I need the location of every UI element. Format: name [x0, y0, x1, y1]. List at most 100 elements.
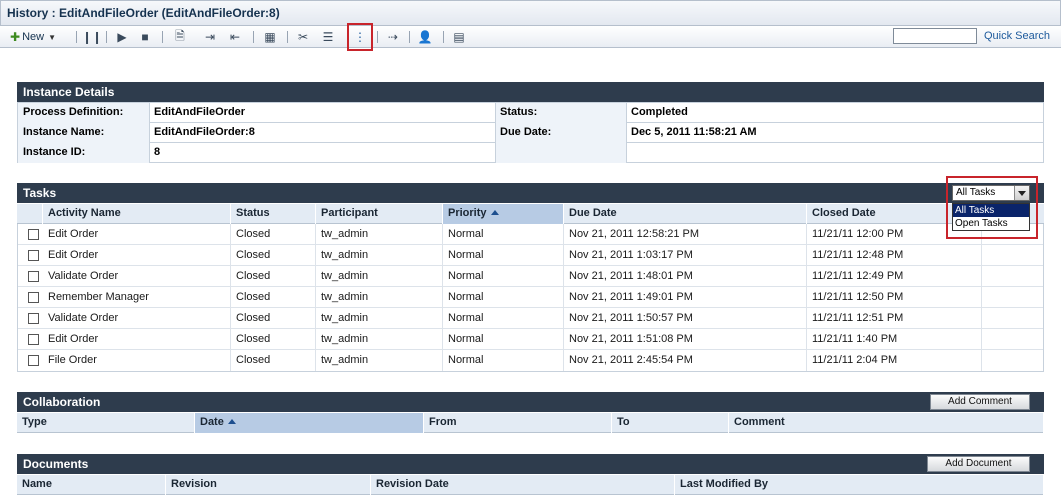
- checkbox-column-header: [17, 204, 43, 224]
- table-row[interactable]: Validate Order Closed tw_admin Normal No…: [18, 308, 1043, 329]
- table-row[interactable]: Remember Manager Closed tw_admin Normal …: [18, 287, 1043, 308]
- toolbar-separator: [377, 31, 378, 43]
- cell-participant: tw_admin: [316, 350, 443, 371]
- cell-due-date: Nov 21, 2011 1:49:01 PM: [564, 287, 807, 308]
- cell-due-date: Nov 21, 2011 2:45:54 PM: [564, 350, 807, 371]
- column-header-to[interactable]: To: [612, 413, 729, 433]
- column-header-participant[interactable]: Participant: [316, 204, 443, 224]
- cell-closed-date: 11/21/11 12:49 PM: [807, 266, 982, 287]
- table-row[interactable]: Edit Order Closed tw_admin Normal Nov 21…: [18, 329, 1043, 350]
- import-icon[interactable]: ⇥: [202, 29, 218, 45]
- details-row: Instance Name: EditAndFileOrder:8 Due Da…: [18, 123, 1043, 143]
- list-icon[interactable]: ☰: [320, 29, 336, 45]
- cell-status: Closed: [231, 266, 316, 287]
- instance-details-header: Instance Details: [17, 82, 1044, 102]
- user-icon[interactable]: 👤: [417, 29, 433, 45]
- tasks-header: Tasks: [17, 183, 1044, 203]
- row-checkbox[interactable]: [28, 250, 39, 261]
- calendar-icon[interactable]: ▦: [262, 29, 278, 45]
- row-checkbox[interactable]: [28, 355, 39, 366]
- column-header-due-date[interactable]: Due Date: [564, 204, 807, 224]
- priority-header-label: Priority: [448, 207, 487, 219]
- column-header-status[interactable]: Status: [231, 204, 316, 224]
- toolbar-separator: [443, 31, 444, 43]
- dropdown-arrow-icon[interactable]: [1014, 186, 1029, 200]
- cell-priority: Normal: [443, 224, 564, 245]
- cell-due-date: Nov 21, 2011 1:50:57 PM: [564, 308, 807, 329]
- row-checkbox[interactable]: [28, 313, 39, 324]
- cell-activity: Remember Manager: [43, 287, 231, 308]
- column-header-revision[interactable]: Revision: [166, 475, 371, 495]
- quick-search-link[interactable]: Quick Search: [984, 30, 1050, 42]
- cell-closed-date: 11/21/11 12:51 PM: [807, 308, 982, 329]
- cell-closed-date: 11/21/11 12:50 PM: [807, 287, 982, 308]
- new-label: New: [22, 31, 45, 43]
- cell-closed-date: 11/21/11 2:04 PM: [807, 350, 982, 371]
- table-row[interactable]: Edit Order Closed tw_admin Normal Nov 21…: [18, 245, 1043, 266]
- row-checkbox[interactable]: [28, 271, 39, 282]
- cell-priority: Normal: [443, 245, 564, 266]
- row-checkbox[interactable]: [28, 229, 39, 240]
- filter-option-open-tasks[interactable]: Open Tasks: [953, 217, 1029, 230]
- pause-icon[interactable]: ❙❙: [82, 29, 102, 45]
- cell-status: Closed: [231, 224, 316, 245]
- add-document-button[interactable]: Add Document: [927, 456, 1030, 472]
- row-checkbox[interactable]: [28, 334, 39, 345]
- cell-activity: Edit Order: [43, 245, 231, 266]
- cell-priority: Normal: [443, 266, 564, 287]
- grid-line: [495, 103, 496, 163]
- report-icon[interactable]: ▤: [451, 29, 467, 45]
- tasks-table-body: Edit Order Closed tw_admin Normal Nov 21…: [17, 224, 1044, 372]
- cut-icon[interactable]: ✂: [295, 29, 311, 45]
- cell-activity: Validate Order: [43, 308, 231, 329]
- table-row[interactable]: Validate Order Closed tw_admin Normal No…: [18, 266, 1043, 287]
- column-header-last-modified-by[interactable]: Last Modified By: [675, 475, 1044, 495]
- export-icon[interactable]: ⇤: [227, 29, 243, 45]
- resume-icon[interactable]: ▶: [114, 29, 130, 45]
- due-date-value: Dec 5, 2011 11:58:21 AM: [631, 126, 757, 138]
- cell-due-date: Nov 21, 2011 1:48:01 PM: [564, 266, 807, 287]
- empty-label: [495, 143, 626, 163]
- column-header-name[interactable]: Name: [17, 475, 166, 495]
- stop-icon[interactable]: ■: [137, 29, 153, 45]
- process-definition-label: Process Definition:: [18, 103, 149, 123]
- document-icon[interactable]: 🗎: [172, 29, 188, 45]
- column-header-comment[interactable]: Comment: [729, 413, 1044, 433]
- toolbar-separator: [253, 31, 254, 43]
- cell-priority: Normal: [443, 287, 564, 308]
- move-icon[interactable]: ⇢: [385, 29, 401, 45]
- cell-activity: File Order: [43, 350, 231, 371]
- cell-status: Closed: [231, 308, 316, 329]
- column-header-date[interactable]: Date: [195, 413, 424, 433]
- cell-due-date: Nov 21, 2011 1:03:17 PM: [564, 245, 807, 266]
- instance-details-grid: Process Definition: EditAndFileOrder Sta…: [17, 102, 1044, 163]
- add-comment-button[interactable]: Add Comment: [930, 394, 1030, 410]
- grid-line: [149, 103, 150, 163]
- tasks-table-header: Activity Name Status Participant Priorit…: [17, 204, 1044, 224]
- cell-participant: tw_admin: [316, 287, 443, 308]
- collaboration-header: Collaboration: [17, 392, 1044, 412]
- cell-participant: tw_admin: [316, 266, 443, 287]
- new-button[interactable]: ✚ New ▼: [10, 29, 68, 45]
- quick-search-input[interactable]: [893, 28, 977, 44]
- row-checkbox[interactable]: [28, 292, 39, 303]
- column-header-priority[interactable]: Priority: [443, 204, 564, 224]
- column-header-type[interactable]: Type: [17, 413, 195, 433]
- cell-status: Closed: [231, 350, 316, 371]
- filter-option-all-tasks[interactable]: All Tasks: [953, 204, 1029, 217]
- column-header-revision-date[interactable]: Revision Date: [371, 475, 675, 495]
- toolbar-separator: [162, 31, 163, 43]
- cell-closed-date: 11/21/11 1:40 PM: [807, 329, 982, 350]
- column-header-activity-name[interactable]: Activity Name: [43, 204, 231, 224]
- tasks-filter-select[interactable]: All Tasks: [952, 185, 1030, 201]
- cell-participant: tw_admin: [316, 329, 443, 350]
- status-value: Completed: [631, 106, 688, 118]
- details-row: Instance ID: 8: [18, 143, 1043, 163]
- cell-priority: Normal: [443, 350, 564, 371]
- cell-participant: tw_admin: [316, 245, 443, 266]
- table-row[interactable]: Edit Order Closed tw_admin Normal Nov 21…: [18, 224, 1043, 245]
- table-row[interactable]: File Order Closed tw_admin Normal Nov 21…: [18, 350, 1043, 371]
- cell-due-date: Nov 21, 2011 12:58:21 PM: [564, 224, 807, 245]
- cell-activity: Edit Order: [43, 224, 231, 245]
- column-header-from[interactable]: From: [424, 413, 612, 433]
